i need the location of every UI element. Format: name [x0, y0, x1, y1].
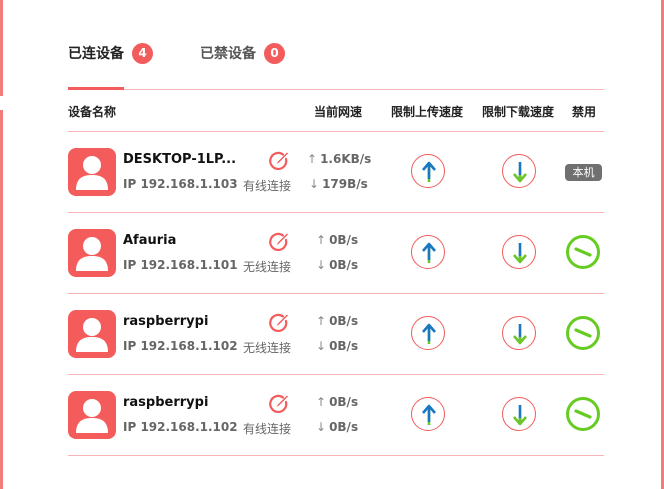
speed-up-arrow-icon: ↑ [307, 152, 318, 166]
edit-pencil-icon[interactable] [268, 312, 290, 334]
download-arrow-icon [513, 162, 527, 183]
tab-divider [68, 89, 604, 90]
active-tab-underline [68, 87, 124, 90]
device-ip: IP 192.168.1.101 [123, 258, 238, 272]
header-current-speed: 当前网速 [314, 105, 363, 119]
speed-down-arrow-icon: ↓ [309, 177, 320, 191]
edit-pencil-icon[interactable] [268, 231, 290, 253]
upload-speed: ↑ 1.6KB/s [307, 152, 372, 166]
block-device-button[interactable] [566, 316, 600, 350]
upload-speed: ↑ 0B/s [316, 314, 359, 328]
tab-connected-label: 已连设备 [68, 46, 124, 62]
device-row: DESKTOP-1LP... IP 192.168.1.103 有线连接 ↑ 1.… [0, 132, 664, 213]
speed-down-arrow-icon: ↓ [316, 339, 327, 353]
connection-type: 无线连接 [243, 260, 292, 274]
limit-upload-button[interactable] [411, 235, 445, 269]
speed-up-arrow-icon: ↑ [316, 314, 327, 328]
connection-type: 有线连接 [243, 422, 292, 436]
header-limit-upload: 限制上传速度 [391, 105, 464, 119]
header-block: 禁用 [572, 105, 597, 119]
limit-download-button[interactable] [502, 235, 536, 269]
user-avatar-icon [68, 391, 116, 439]
speed-up-arrow-icon: ↑ [316, 395, 327, 409]
user-avatar-icon [68, 229, 116, 277]
device-ip: IP 192.168.1.103 [123, 177, 238, 191]
frame-notch [0, 96, 3, 110]
block-icon [574, 409, 592, 419]
limit-download-button[interactable] [502, 397, 536, 431]
download-speed: ↓ 0B/s [316, 420, 359, 434]
tab-blocked-devices[interactable]: 已禁设备 0 [200, 38, 285, 68]
device-ip: IP 192.168.1.102 [123, 420, 238, 434]
download-speed: ↓ 0B/s [316, 339, 359, 353]
limit-download-button[interactable] [502, 316, 536, 350]
device-name: raspberrypi [123, 395, 209, 410]
upload-arrow-icon [422, 323, 436, 344]
speed-down-arrow-icon: ↓ [316, 258, 327, 272]
header-device-name: 设备名称 [68, 105, 117, 119]
connection-type: 有线连接 [243, 179, 292, 193]
user-avatar-icon [68, 148, 116, 196]
upload-arrow-icon [422, 404, 436, 425]
download-arrow-icon [513, 324, 527, 345]
device-row: Afauria IP 192.168.1.101 无线连接 ↑ 0B/s ↓ 0B/… [0, 213, 664, 294]
device-name: DESKTOP-1LP... [123, 152, 237, 167]
table-header: 设备名称 当前网速 限制上传速度 限制下载速度 禁用 [68, 103, 604, 121]
row-divider [68, 455, 604, 456]
download-speed: ↓ 0B/s [316, 258, 359, 272]
upload-arrow-icon [422, 161, 436, 182]
user-avatar-icon [68, 310, 116, 358]
device-name: Afauria [123, 233, 177, 248]
speed-up-arrow-icon: ↑ [316, 233, 327, 247]
download-speed: ↓ 179B/s [309, 177, 368, 191]
block-icon [574, 328, 592, 338]
tab-connected-devices[interactable]: 已连设备 4 [68, 38, 153, 68]
connection-type: 无线连接 [243, 341, 292, 355]
header-limit-download: 限制下载速度 [482, 105, 555, 119]
limit-upload-button[interactable] [411, 397, 445, 431]
device-ip: IP 192.168.1.102 [123, 339, 238, 353]
block-device-button[interactable] [566, 235, 600, 269]
device-name: raspberrypi [123, 314, 209, 329]
limit-upload-button[interactable] [411, 154, 445, 188]
edit-pencil-icon[interactable] [268, 150, 290, 172]
upload-speed: ↑ 0B/s [316, 233, 359, 247]
upload-speed: ↑ 0B/s [316, 395, 359, 409]
speed-down-arrow-icon: ↓ [316, 420, 327, 434]
download-arrow-icon [513, 405, 527, 426]
block-icon [574, 247, 592, 257]
edit-pencil-icon[interactable] [268, 393, 290, 415]
this-device-badge: 本机 [565, 164, 602, 181]
limit-upload-button[interactable] [411, 316, 445, 350]
limit-download-button[interactable] [502, 154, 536, 188]
download-arrow-icon [513, 243, 527, 264]
device-row: raspberrypi IP 192.168.1.102 无线连接 ↑ 0B/s … [0, 294, 664, 375]
block-device-button[interactable] [566, 397, 600, 431]
connected-count-badge: 4 [132, 42, 153, 64]
tab-blocked-label: 已禁设备 [200, 46, 256, 62]
blocked-count-badge: 0 [264, 42, 285, 64]
device-row: raspberrypi IP 192.168.1.102 有线连接 ↑ 0B/s … [0, 375, 664, 456]
upload-arrow-icon [422, 242, 436, 263]
